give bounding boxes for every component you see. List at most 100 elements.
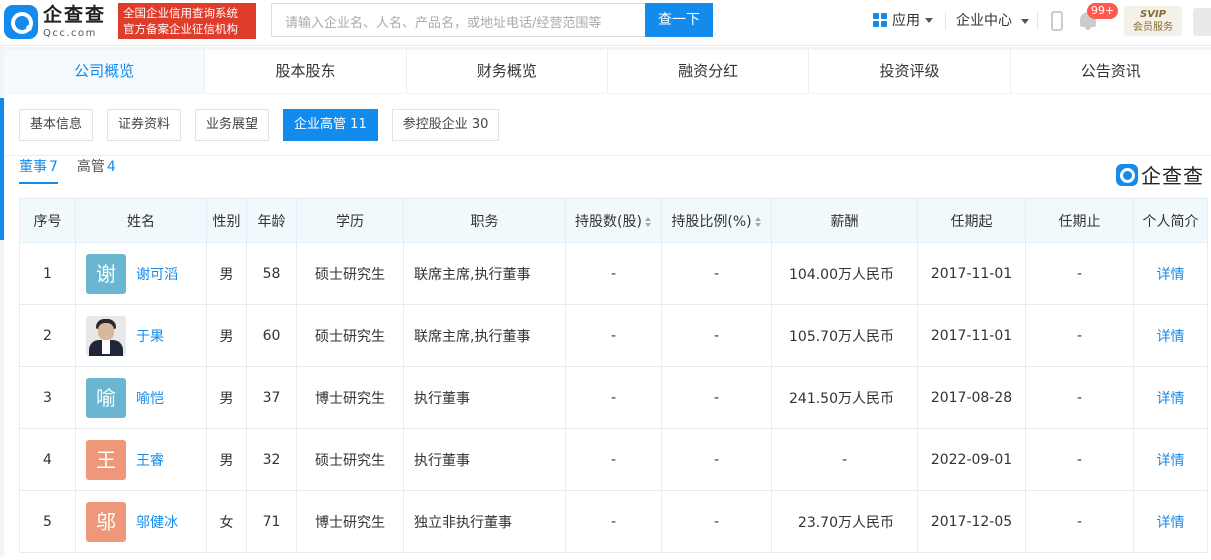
- panel-accent-bar: [0, 98, 4, 240]
- svip-button[interactable]: SVIP 会员服务: [1124, 6, 1182, 36]
- person-avatar[interactable]: 谢: [86, 253, 126, 294]
- roletab-executives[interactable]: 高管 4: [77, 157, 116, 184]
- person-name-link[interactable]: 于果: [136, 326, 164, 346]
- tab-shareholders[interactable]: 股本股东: [205, 50, 407, 93]
- brand-watermark: 企查查: [1116, 160, 1204, 189]
- shares-cell: -: [565, 304, 662, 367]
- bio-cell: 详情: [1133, 304, 1208, 367]
- detail-link[interactable]: 详情: [1157, 391, 1185, 407]
- ratio-cell: -: [661, 304, 772, 367]
- brand-name: 企查查: [1141, 164, 1204, 188]
- salary-cell: 105.70万人民币: [771, 304, 918, 367]
- detail-link[interactable]: 详情: [1157, 453, 1185, 469]
- col-header-sortable[interactable]: 持股数(股): [565, 198, 662, 243]
- site-logo[interactable]: 企查查 Qcc.com: [4, 3, 106, 41]
- subtab-holdings[interactable]: 参控股企业 30: [391, 109, 500, 141]
- header-divider: [945, 12, 946, 30]
- roletab-count: 7: [49, 159, 58, 175]
- subtab-executives[interactable]: 企业高管 11: [283, 109, 378, 141]
- term-start-cell: 2017-11-01: [917, 242, 1026, 305]
- person-cell: 喻喻恺: [75, 366, 207, 429]
- person-name-link[interactable]: 喻恺: [136, 388, 164, 408]
- person-avatar[interactable]: 王: [86, 439, 126, 480]
- subtab-securities[interactable]: 证券资料: [107, 109, 182, 141]
- gender-cell: 男: [206, 304, 247, 367]
- position-cell: 独立非执行董事: [403, 490, 566, 553]
- term-end-cell: -: [1025, 428, 1134, 491]
- table-row: 4 王王睿男 32 硕士研究生 执行董事 - - -2022-09-01- 详情: [19, 428, 1208, 491]
- search-button[interactable]: 查一下: [645, 3, 713, 37]
- table-row: 3 喻喻恺男 37 博士研究生 执行董事 - -241.50万人民币 2017-08-28- 详…: [19, 366, 1208, 429]
- bio-cell: 详情: [1133, 490, 1208, 553]
- mobile-app-icon[interactable]: [1051, 11, 1063, 31]
- col-header: 年龄: [246, 198, 297, 243]
- sort-icon[interactable]: [644, 216, 652, 227]
- section-divider: [4, 155, 1211, 156]
- roletab-directors[interactable]: 董事 7: [19, 157, 58, 184]
- sort-icon[interactable]: [754, 216, 762, 227]
- person-name-link[interactable]: 王睿: [136, 450, 164, 470]
- search-input[interactable]: 请输入企业名、人名、产品名，或地址电话/经营范围等: [271, 3, 645, 37]
- apps-label: 应用: [892, 13, 920, 29]
- age-cell: 71: [246, 490, 297, 553]
- bio-cell: 详情: [1133, 242, 1208, 305]
- slogan-banner: 全国企业信用查询系统 官方备案企业征信机构: [118, 3, 256, 39]
- bio-cell: 详情: [1133, 366, 1208, 429]
- person-name-link[interactable]: 谢可滔: [136, 264, 178, 284]
- tab-financing-dividends[interactable]: 融资分红: [608, 50, 810, 93]
- term-end-cell: -: [1025, 304, 1134, 367]
- notification-badge: 99+: [1087, 3, 1119, 19]
- position-cell: 执行董事: [403, 428, 566, 491]
- shares-cell: -: [565, 428, 662, 491]
- row-number: 5: [19, 490, 76, 553]
- person-avatar[interactable]: 喻: [86, 377, 126, 418]
- row-number: 1: [19, 242, 76, 305]
- tab-announcements[interactable]: 公告资讯: [1011, 50, 1211, 93]
- slogan-line-2: 官方备案企业征信机构: [123, 22, 238, 36]
- chevron-down-icon: [925, 17, 933, 23]
- tab-financials[interactable]: 财务概览: [407, 50, 608, 93]
- qcc-logo-icon: [4, 5, 38, 39]
- age-cell: 37: [246, 366, 297, 429]
- person-cell: 王王睿: [75, 428, 207, 491]
- term-start-cell: 2022-09-01: [917, 428, 1026, 491]
- subtab-basic-info[interactable]: 基本信息: [19, 109, 94, 141]
- tab-investment-rating[interactable]: 投资评级: [809, 50, 1011, 93]
- education-cell: 硕士研究生: [296, 304, 404, 367]
- shares-cell: -: [565, 366, 662, 429]
- detail-link[interactable]: 详情: [1157, 515, 1185, 531]
- gender-cell: 男: [206, 366, 247, 429]
- subtab-business-outlook[interactable]: 业务展望: [195, 109, 270, 141]
- age-cell: 32: [246, 428, 297, 491]
- col-header: 个人简介: [1133, 198, 1208, 243]
- person-name-link[interactable]: 邬健冰: [136, 512, 178, 532]
- tab-company-overview[interactable]: 公司概览: [4, 50, 206, 93]
- col-header: 性别: [206, 198, 247, 243]
- position-cell: 执行董事: [403, 366, 566, 429]
- person-photo[interactable]: [86, 315, 126, 356]
- row-number: 4: [19, 428, 76, 491]
- header-divider: [1037, 12, 1038, 30]
- role-tabs: 董事 7 高管 4: [19, 157, 135, 184]
- svip-sub-label: 会员服务: [1133, 22, 1173, 33]
- salary-cell: 241.50万人民币: [771, 366, 918, 429]
- detail-link[interactable]: 详情: [1157, 329, 1185, 345]
- term-start-cell: 2017-12-05: [917, 490, 1026, 553]
- ratio-cell: -: [661, 490, 772, 553]
- col-header: 任期止: [1025, 198, 1134, 243]
- salary-cell: 23.70万人民币: [771, 490, 918, 553]
- term-end-cell: -: [1025, 366, 1134, 429]
- shares-cell: -: [565, 490, 662, 553]
- position-cell: 联席主席,执行董事: [403, 304, 566, 367]
- detail-link[interactable]: 详情: [1157, 267, 1185, 283]
- apps-menu[interactable]: 应用: [873, 10, 933, 30]
- row-number: 2: [19, 304, 76, 367]
- ratio-cell: -: [661, 366, 772, 429]
- person-avatar[interactable]: 邬: [86, 501, 126, 542]
- enterprise-center-menu[interactable]: 企业中心: [956, 10, 1030, 30]
- person-cell: 谢谢可滔: [75, 242, 207, 305]
- user-avatar[interactable]: [1193, 8, 1211, 36]
- col-header-label: 持股比例(%): [671, 213, 752, 230]
- col-header-sortable[interactable]: 持股比例(%): [661, 198, 772, 243]
- slogan-line-1: 全国企业信用查询系统: [123, 6, 238, 20]
